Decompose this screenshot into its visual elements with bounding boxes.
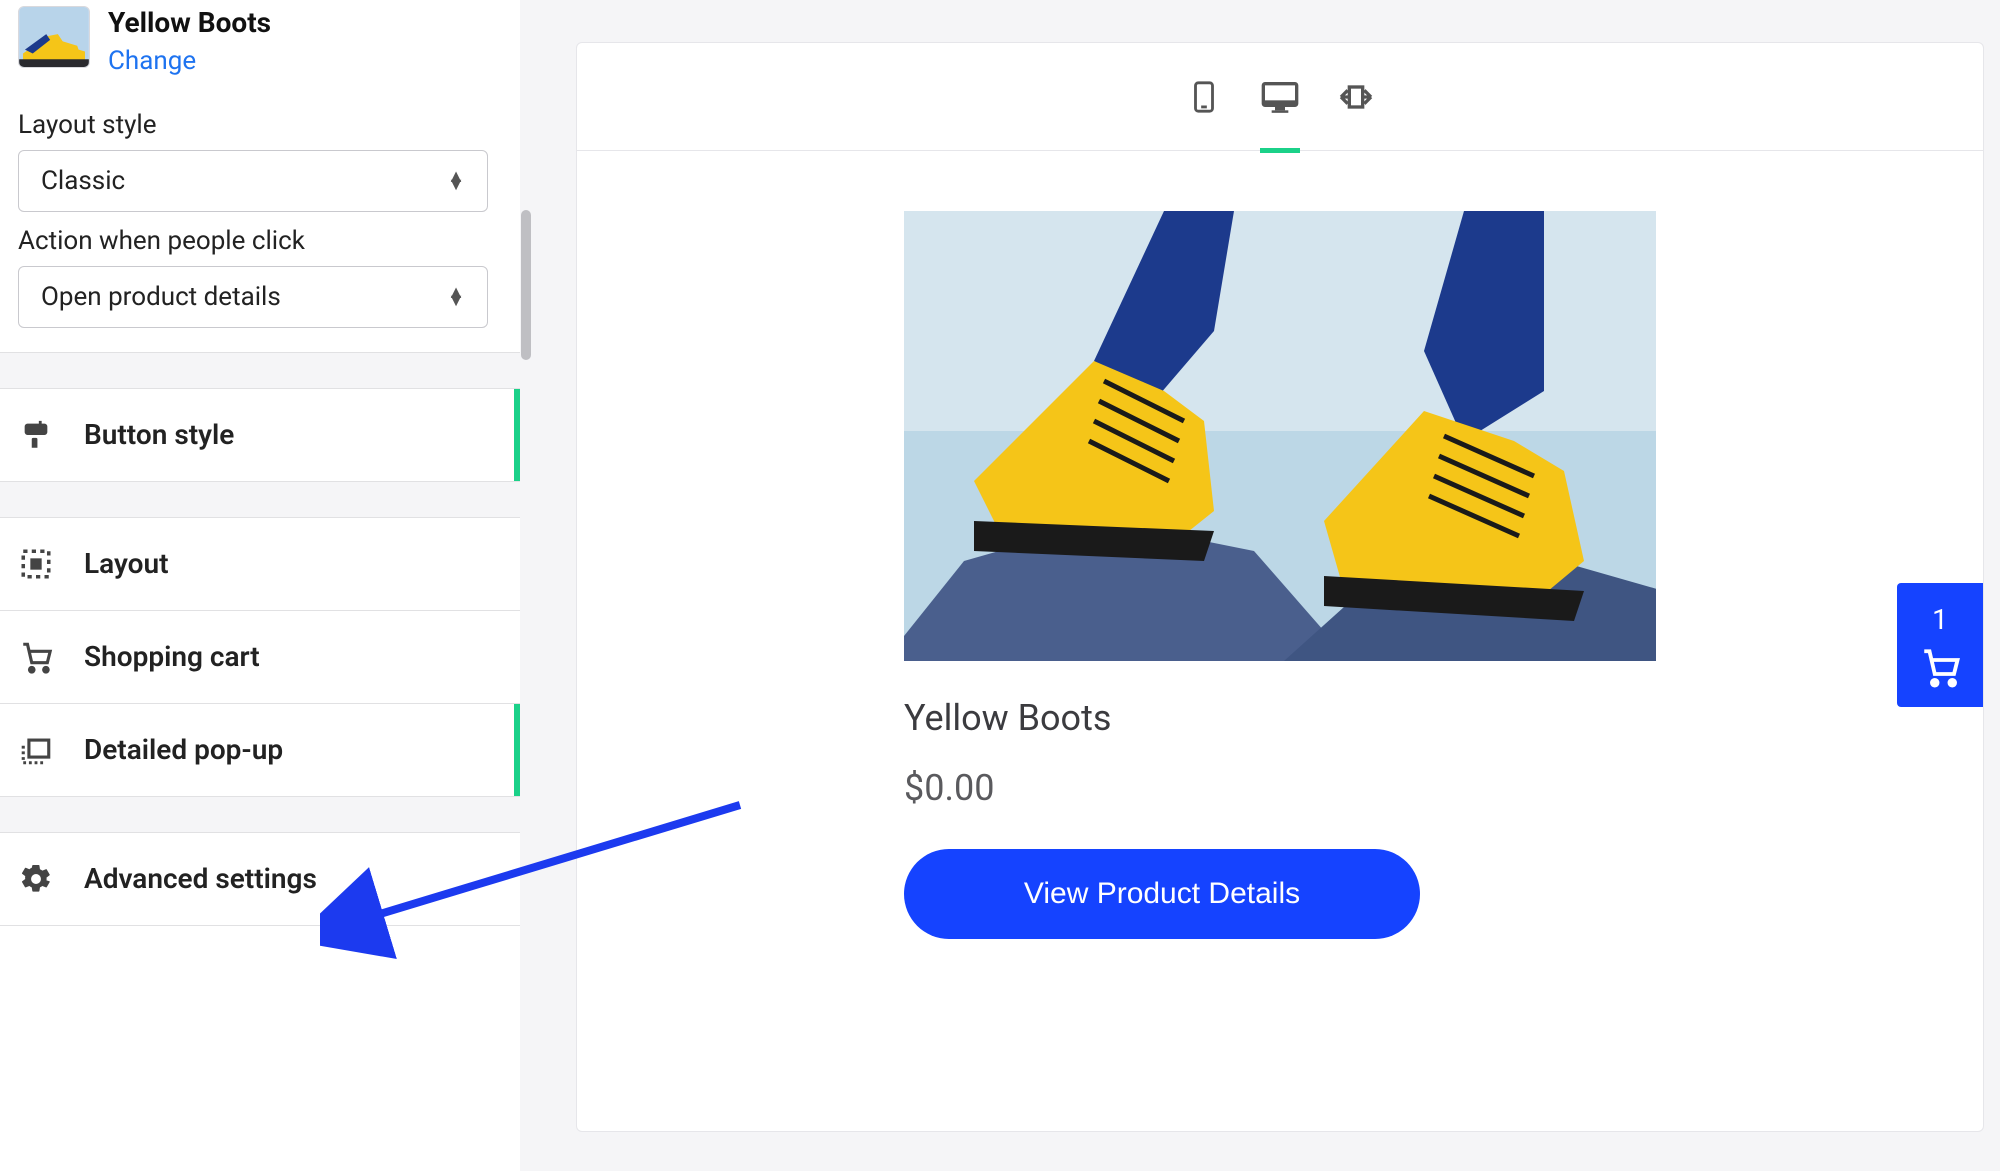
cart-floating-button[interactable]: 1 <box>1897 583 1983 707</box>
layout-style-value: Classic <box>41 166 125 196</box>
nav-label: Advanced settings <box>84 862 317 895</box>
view-product-details-button[interactable]: View Product Details <box>904 849 1420 939</box>
device-stretch-button[interactable] <box>1336 77 1376 117</box>
settings-sidebar: Yellow Boots Change Layout style Classic… <box>0 0 520 1171</box>
nav-detailed-popup[interactable]: Detailed pop-up <box>0 704 520 797</box>
nav-label: Shopping cart <box>84 640 260 673</box>
select-caret-icon: ▲▼ <box>447 289 465 305</box>
nav-shopping-cart[interactable]: Shopping cart <box>0 611 520 704</box>
nav-gap <box>0 482 520 518</box>
nav-button-style[interactable]: Button style <box>0 389 520 482</box>
gear-icon <box>18 861 54 897</box>
layout-grid-icon <box>18 546 54 582</box>
nav-gap <box>0 797 520 833</box>
change-product-link[interactable]: Change <box>108 46 271 76</box>
popup-icon <box>18 732 54 768</box>
product-thumbnail[interactable] <box>18 6 90 68</box>
product-header-text: Yellow Boots Change <box>108 6 271 76</box>
preview-product-price: $0.00 <box>904 767 1656 809</box>
preview-canvas: Yellow Boots $0.00 View Product Details <box>577 151 1983 999</box>
nav-label: Layout <box>84 547 169 580</box>
product-title: Yellow Boots <box>108 6 271 40</box>
product-header: Yellow Boots Change <box>18 0 502 96</box>
cart-icon <box>1919 646 1961 688</box>
preview-panel: Yellow Boots $0.00 View Product Details … <box>576 42 1984 1132</box>
paint-roller-icon <box>18 417 54 453</box>
nav-label: Detailed pop-up <box>84 733 283 766</box>
cart-icon <box>18 639 54 675</box>
boots-thumb-icon <box>19 7 89 67</box>
preview-product-title: Yellow Boots <box>904 697 1656 739</box>
product-card: Yellow Boots $0.00 View Product Details <box>904 211 1656 939</box>
nav-advanced-settings[interactable]: Advanced settings <box>0 833 520 926</box>
nav-layout[interactable]: Layout <box>0 518 520 611</box>
layout-style-label: Layout style <box>18 110 502 140</box>
nav-label: Button style <box>84 418 234 451</box>
action-click-value: Open product details <box>41 282 281 312</box>
nav-gap <box>0 353 520 389</box>
device-desktop-button[interactable] <box>1260 77 1300 117</box>
device-mobile-button[interactable] <box>1184 77 1224 117</box>
product-image <box>904 211 1656 661</box>
layout-style-select[interactable]: Classic ▲▼ <box>18 150 488 212</box>
product-section: Yellow Boots Change Layout style Classic… <box>0 0 520 353</box>
action-click-select[interactable]: Open product details ▲▼ <box>18 266 488 328</box>
scrollbar-thumb[interactable] <box>521 210 531 360</box>
sidebar-scrollbar[interactable] <box>521 0 531 1171</box>
select-caret-icon: ▲▼ <box>447 173 465 189</box>
cart-count: 1 <box>1932 603 1948 636</box>
action-click-label: Action when people click <box>18 226 502 256</box>
device-toolbar <box>577 43 1983 151</box>
